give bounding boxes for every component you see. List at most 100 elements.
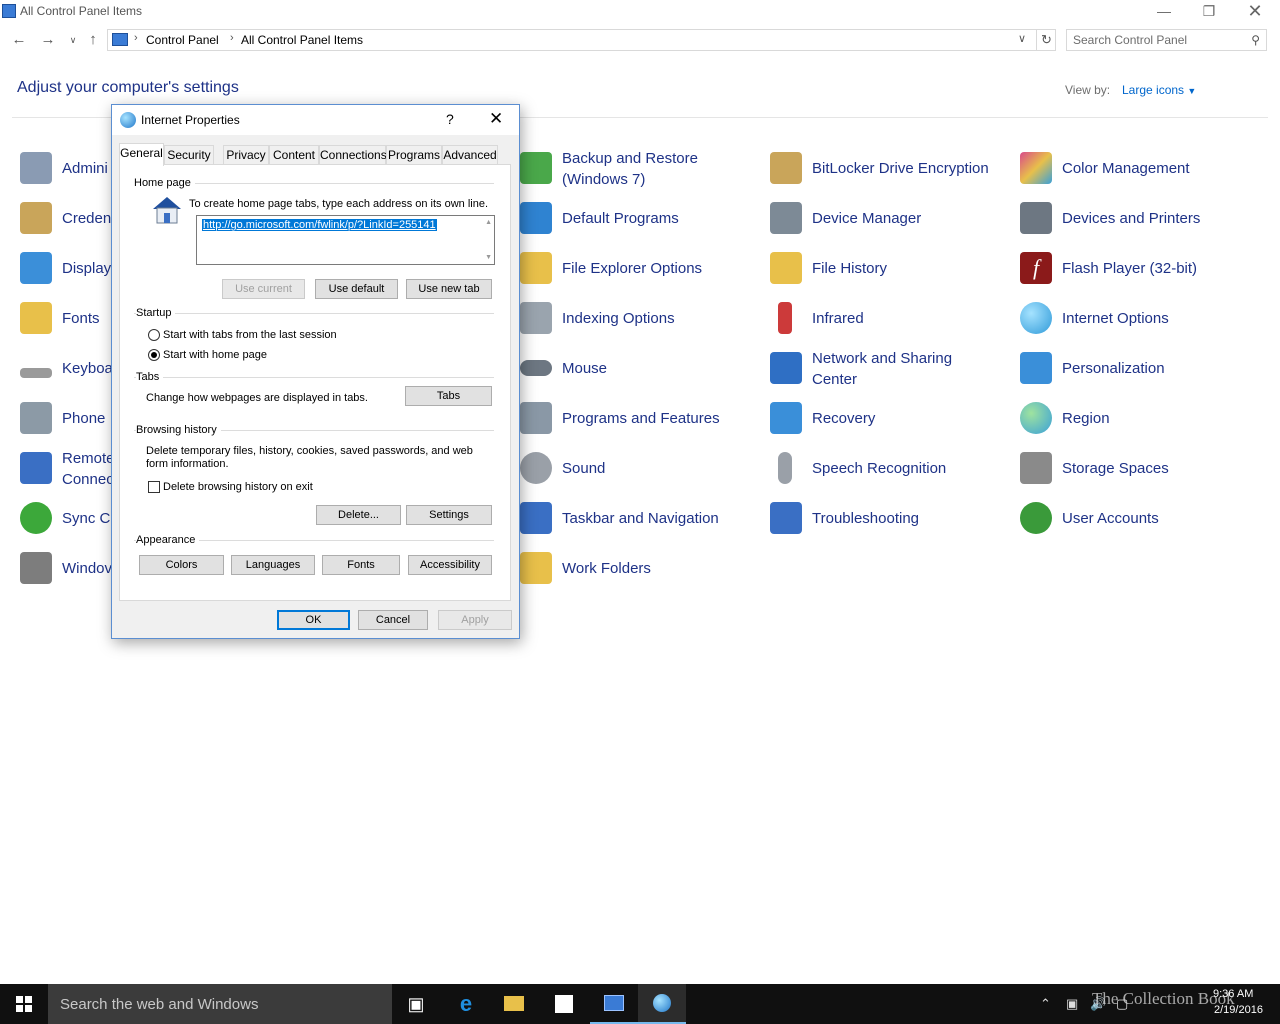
cp-item-network-sharing[interactable]: Network and Sharing Center (770, 350, 1010, 390)
scroll-up-icon[interactable]: ▲ (485, 219, 492, 226)
cp-item-file-explorer-options[interactable]: File Explorer Options (520, 250, 750, 290)
cp-item-label[interactable]: Remote Connec (62, 448, 115, 490)
internet-options-taskbar-icon[interactable] (638, 984, 686, 1024)
tab-general[interactable]: General (119, 143, 164, 166)
delete-history-on-exit-checkbox[interactable] (148, 481, 160, 493)
radio-home-page[interactable] (148, 349, 160, 361)
cp-item-file-history[interactable]: File History (770, 250, 1010, 290)
task-view-icon[interactable]: ▣ (392, 984, 440, 1024)
back-arrow-icon[interactable]: ← (8, 30, 30, 50)
restore-button[interactable]: ❐ (1186, 0, 1232, 24)
cp-item-label[interactable]: Personalization (1062, 358, 1165, 379)
cp-item-label[interactable]: Fonts (62, 308, 100, 329)
taskbar-search-box[interactable]: Search the web and Windows (48, 984, 392, 1024)
cp-item-label[interactable]: Troubleshooting (812, 508, 919, 529)
close-button[interactable]: ✕ (1232, 0, 1278, 24)
cp-item-bitlocker[interactable]: BitLocker Drive Encryption (770, 150, 1010, 190)
cp-item-programs-features[interactable]: Programs and Features (520, 400, 750, 440)
cp-item-label[interactable]: User Accounts (1062, 508, 1159, 529)
apply-button[interactable]: Apply (438, 610, 512, 630)
view-by-value[interactable]: Large icons (1122, 83, 1184, 97)
cp-item-label[interactable]: Admini (62, 158, 108, 179)
cp-item-devices-printers[interactable]: Devices and Printers (1020, 200, 1260, 240)
control-panel-taskbar-icon[interactable] (590, 984, 638, 1024)
breadcrumb-all-items[interactable]: All Control Panel Items (241, 33, 363, 47)
scroll-down-icon[interactable]: ▼ (485, 254, 492, 261)
breadcrumb-control-panel[interactable]: Control Panel (146, 33, 219, 47)
cancel-button[interactable]: Cancel (358, 610, 428, 630)
delete-history-button[interactable]: Delete... (316, 505, 401, 525)
cp-item-label[interactable]: Default Programs (562, 208, 679, 229)
cp-item-label[interactable]: Indexing Options (562, 308, 675, 329)
cp-item-label[interactable]: Mouse (562, 358, 607, 379)
cp-item-label[interactable]: Work Folders (562, 558, 651, 579)
cp-item-backup-restore[interactable]: Backup and Restore (Windows 7) (520, 150, 750, 190)
home-page-url-textarea[interactable]: http://go.microsoft.com/fwlink/p/?LinkId… (196, 215, 495, 265)
cp-item-label[interactable]: Display (62, 258, 111, 279)
recent-locations-chevron-icon[interactable]: ∨ (62, 30, 84, 50)
history-settings-button[interactable]: Settings (406, 505, 492, 525)
cp-item-sound[interactable]: Sound (520, 450, 750, 490)
accessibility-button[interactable]: Accessibility (408, 555, 492, 575)
tab-security[interactable]: Security (164, 145, 214, 165)
cp-item-region[interactable]: Region (1020, 400, 1260, 440)
cp-item-label[interactable]: Sync C (62, 508, 110, 529)
cp-item-taskbar-navigation[interactable]: Taskbar and Navigation (520, 500, 750, 540)
cp-item-label[interactable]: Color Management (1062, 158, 1190, 179)
minimize-button[interactable]: — (1141, 0, 1187, 24)
home-page-url[interactable]: http://go.microsoft.com/fwlink/p/?LinkId… (202, 219, 437, 231)
taskbar-search-placeholder[interactable]: Search the web and Windows (60, 996, 258, 1013)
cp-item-storage-spaces[interactable]: Storage Spaces (1020, 450, 1260, 490)
tab-advanced[interactable]: Advanced (442, 145, 498, 165)
address-dropdown-chevron-icon[interactable]: ∨ (1018, 32, 1026, 45)
tab-connections[interactable]: Connections (319, 145, 387, 165)
store-icon[interactable] (540, 984, 588, 1024)
tab-content[interactable]: Content (269, 145, 319, 165)
view-by-dropdown[interactable]: Large icons ▼ (1122, 83, 1196, 97)
delete-history-on-exit-label[interactable]: Delete browsing history on exit (163, 481, 313, 494)
cp-item-label[interactable]: Programs and Features (562, 408, 720, 429)
cp-item-internet-options[interactable]: Internet Options (1020, 300, 1260, 340)
cp-item-label[interactable]: File History (812, 258, 887, 279)
cp-item-label[interactable]: Flash Player (32-bit) (1062, 258, 1197, 279)
breadcrumb-separator-icon[interactable]: › (134, 32, 138, 44)
use-default-button[interactable]: Use default (315, 279, 398, 299)
cp-item-user-accounts[interactable]: User Accounts (1020, 500, 1260, 540)
tabs-settings-button[interactable]: Tabs (405, 386, 492, 406)
cp-item-mouse[interactable]: Mouse (520, 350, 750, 390)
cp-item-label[interactable]: Backup and Restore (Windows 7) (562, 148, 742, 190)
tab-programs[interactable]: Programs (386, 145, 442, 165)
cp-item-label[interactable]: BitLocker Drive Encryption (812, 158, 989, 179)
cp-item-troubleshooting[interactable]: Troubleshooting (770, 500, 1010, 540)
cp-item-label[interactable]: Region (1062, 408, 1110, 429)
cp-item-label[interactable]: Phone (62, 408, 105, 429)
cp-item-default-programs[interactable]: Default Programs (520, 200, 750, 240)
cp-item-label[interactable]: Infrared (812, 308, 864, 329)
edge-browser-icon[interactable]: e (442, 984, 490, 1024)
cp-item-label[interactable]: Device Manager (812, 208, 921, 229)
start-button[interactable] (0, 984, 48, 1024)
cp-item-label[interactable]: Windov (62, 558, 112, 579)
search-icon[interactable]: ⚲ (1251, 33, 1260, 47)
cp-item-label[interactable]: Sound (562, 458, 605, 479)
search-input[interactable] (1073, 32, 1243, 48)
cp-item-color-management[interactable]: Color Management (1020, 150, 1260, 190)
cp-item-label[interactable]: Devices and Printers (1062, 208, 1200, 229)
help-button[interactable]: ? (446, 111, 454, 127)
use-current-button[interactable]: Use current (222, 279, 305, 299)
dialog-close-icon[interactable]: ✕ (489, 109, 503, 129)
dialog-titlebar[interactable]: Internet Properties ? ✕ (112, 105, 519, 135)
cp-item-label[interactable]: Network and Sharing Center (812, 348, 992, 390)
use-new-tab-button[interactable]: Use new tab (406, 279, 492, 299)
languages-button[interactable]: Languages (231, 555, 315, 575)
fonts-button[interactable]: Fonts (322, 555, 400, 575)
cp-item-device-manager[interactable]: Device Manager (770, 200, 1010, 240)
radio-home-page-label[interactable]: Start with home page (163, 349, 267, 362)
up-arrow-icon[interactable]: ↑ (82, 30, 104, 50)
cp-item-personalization[interactable]: Personalization (1020, 350, 1260, 390)
address-bar[interactable]: › Control Panel › All Control Panel Item… (107, 29, 1056, 51)
forward-arrow-icon[interactable]: → (37, 30, 59, 50)
colors-button[interactable]: Colors (139, 555, 224, 575)
cp-item-label[interactable]: Storage Spaces (1062, 458, 1169, 479)
cp-item-recovery[interactable]: Recovery (770, 400, 1010, 440)
